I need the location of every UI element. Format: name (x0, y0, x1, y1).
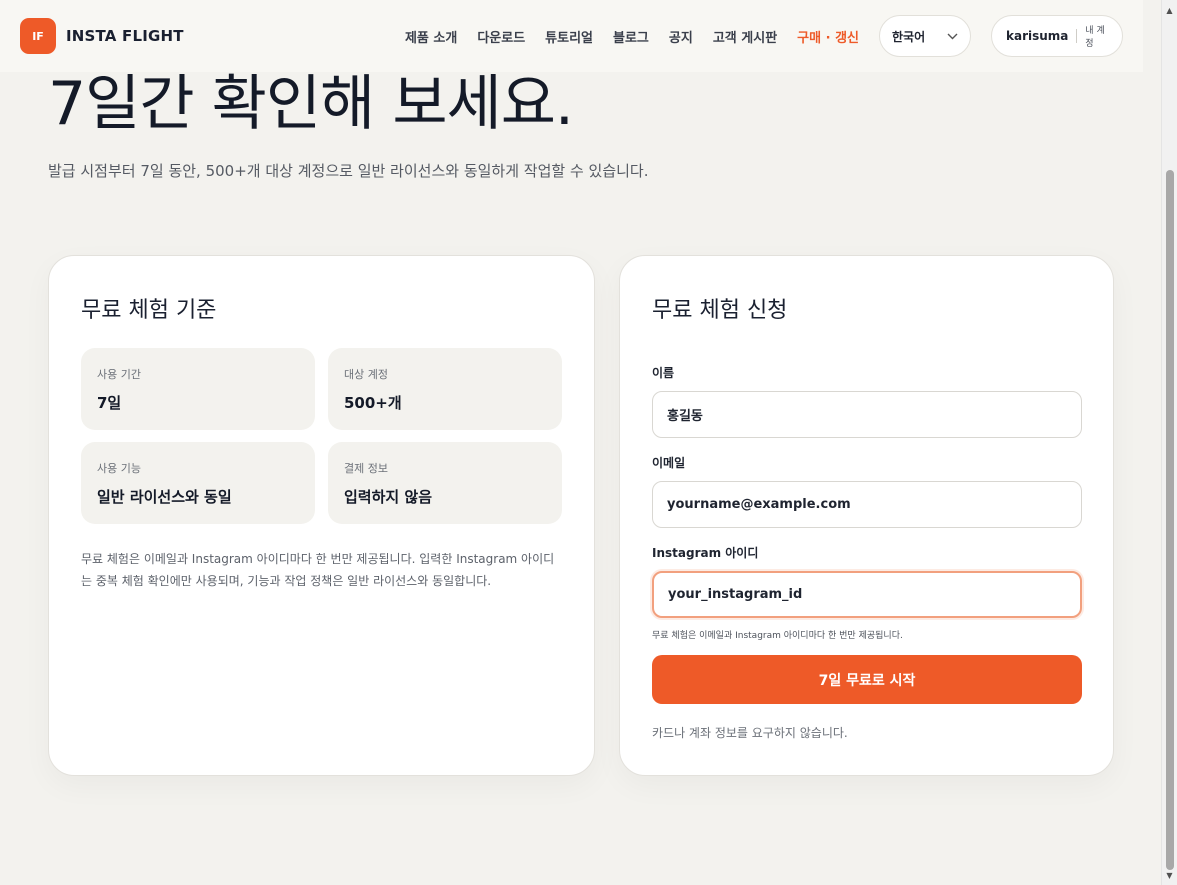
logo-badge[interactable]: IF (20, 18, 56, 54)
criteria-note: 무료 체험은 이메일과 Instagram 아이디마다 한 번만 제공됩니다. … (81, 552, 555, 588)
form-footnote: 카드나 계좌 정보를 요구하지 않습니다. (652, 726, 848, 740)
nav-item-purchase[interactable]: 구매 · 갱신 (797, 27, 859, 46)
nav-item-tutorial[interactable]: 튜토리얼 (545, 27, 593, 46)
criteria-label: 결제 정보 (344, 462, 388, 475)
account-button[interactable]: karisuma 내 계정 (991, 15, 1123, 57)
form-title: 무료 체험 신청 (652, 298, 788, 323)
language-value: 한국어 (892, 29, 926, 44)
name-label: 이름 (652, 366, 675, 380)
nav-item-notice[interactable]: 공지 (669, 27, 693, 46)
criteria-label: 사용 기간 (97, 368, 141, 381)
criteria-item: 사용 기간 7일 (81, 348, 315, 430)
main-nav: 제품 소개 다운로드 튜토리얼 블로그 공지 고객 게시판 구매 · 갱신 (405, 27, 859, 46)
nav-item-board[interactable]: 고객 게시판 (713, 27, 777, 46)
start-trial-button[interactable]: 7일 무료로 시작 (652, 655, 1082, 704)
trial-form-card: 무료 체험 신청 이름 이메일 Instagram 아이디 무료 체험은 이메일… (619, 255, 1114, 776)
nav-item-product[interactable]: 제품 소개 (405, 27, 457, 46)
criteria-item: 결제 정보 입력하지 않음 (328, 442, 562, 524)
chevron-down-icon (947, 29, 958, 43)
criteria-label: 사용 기능 (97, 462, 141, 475)
trial-form: 이름 이메일 Instagram 아이디 무료 체험은 이메일과 Instagr… (652, 364, 1082, 741)
trial-criteria-card: 무료 체험 기준 사용 기간 7일 대상 계정 500+개 사용 기능 일반 라… (48, 255, 595, 776)
nav-item-blog[interactable]: 블로그 (613, 27, 649, 46)
account-username: karisuma (1006, 29, 1069, 43)
hero-title: 7일간 확인해 보세요. (48, 69, 574, 139)
criteria-item: 대상 계정 500+개 (328, 348, 562, 430)
account-divider (1076, 29, 1078, 43)
scroll-down-icon[interactable]: ▼ (1162, 867, 1177, 883)
my-account-link[interactable]: 내 계정 (1085, 23, 1110, 49)
instagram-id-field[interactable] (652, 571, 1082, 618)
form-hint: 무료 체험은 이메일과 Instagram 아이디마다 한 번만 제공됩니다. (652, 631, 903, 641)
page-scrollbar[interactable]: ▲ ▼ (1161, 0, 1177, 885)
criteria-title: 무료 체험 기준 (81, 298, 217, 323)
criteria-item: 사용 기능 일반 라이선스와 동일 (81, 442, 315, 524)
brand-name[interactable]: INSTA FLIGHT (66, 27, 184, 45)
criteria-grid: 사용 기간 7일 대상 계정 500+개 사용 기능 일반 라이선스와 동일 결… (81, 348, 564, 524)
scroll-thumb[interactable] (1166, 170, 1174, 870)
name-field[interactable] (652, 391, 1082, 438)
email-field[interactable] (652, 481, 1082, 528)
criteria-value: 500+개 (344, 394, 402, 412)
hero-subtitle: 발급 시점부터 7일 동안, 500+개 대상 계정으로 일반 라이선스와 동일… (48, 162, 649, 180)
language-select[interactable]: 한국어 (879, 15, 971, 57)
criteria-value: 7일 (97, 394, 122, 412)
instagram-id-label: Instagram 아이디 (652, 546, 759, 560)
criteria-value: 입력하지 않음 (344, 488, 433, 506)
site-header: IF INSTA FLIGHT 제품 소개 다운로드 튜토리얼 블로그 공지 고… (0, 0, 1143, 72)
email-label: 이메일 (652, 456, 686, 470)
criteria-label: 대상 계정 (344, 368, 388, 381)
scroll-up-icon[interactable]: ▲ (1162, 2, 1177, 18)
nav-item-download[interactable]: 다운로드 (477, 27, 525, 46)
criteria-value: 일반 라이선스와 동일 (97, 488, 232, 506)
